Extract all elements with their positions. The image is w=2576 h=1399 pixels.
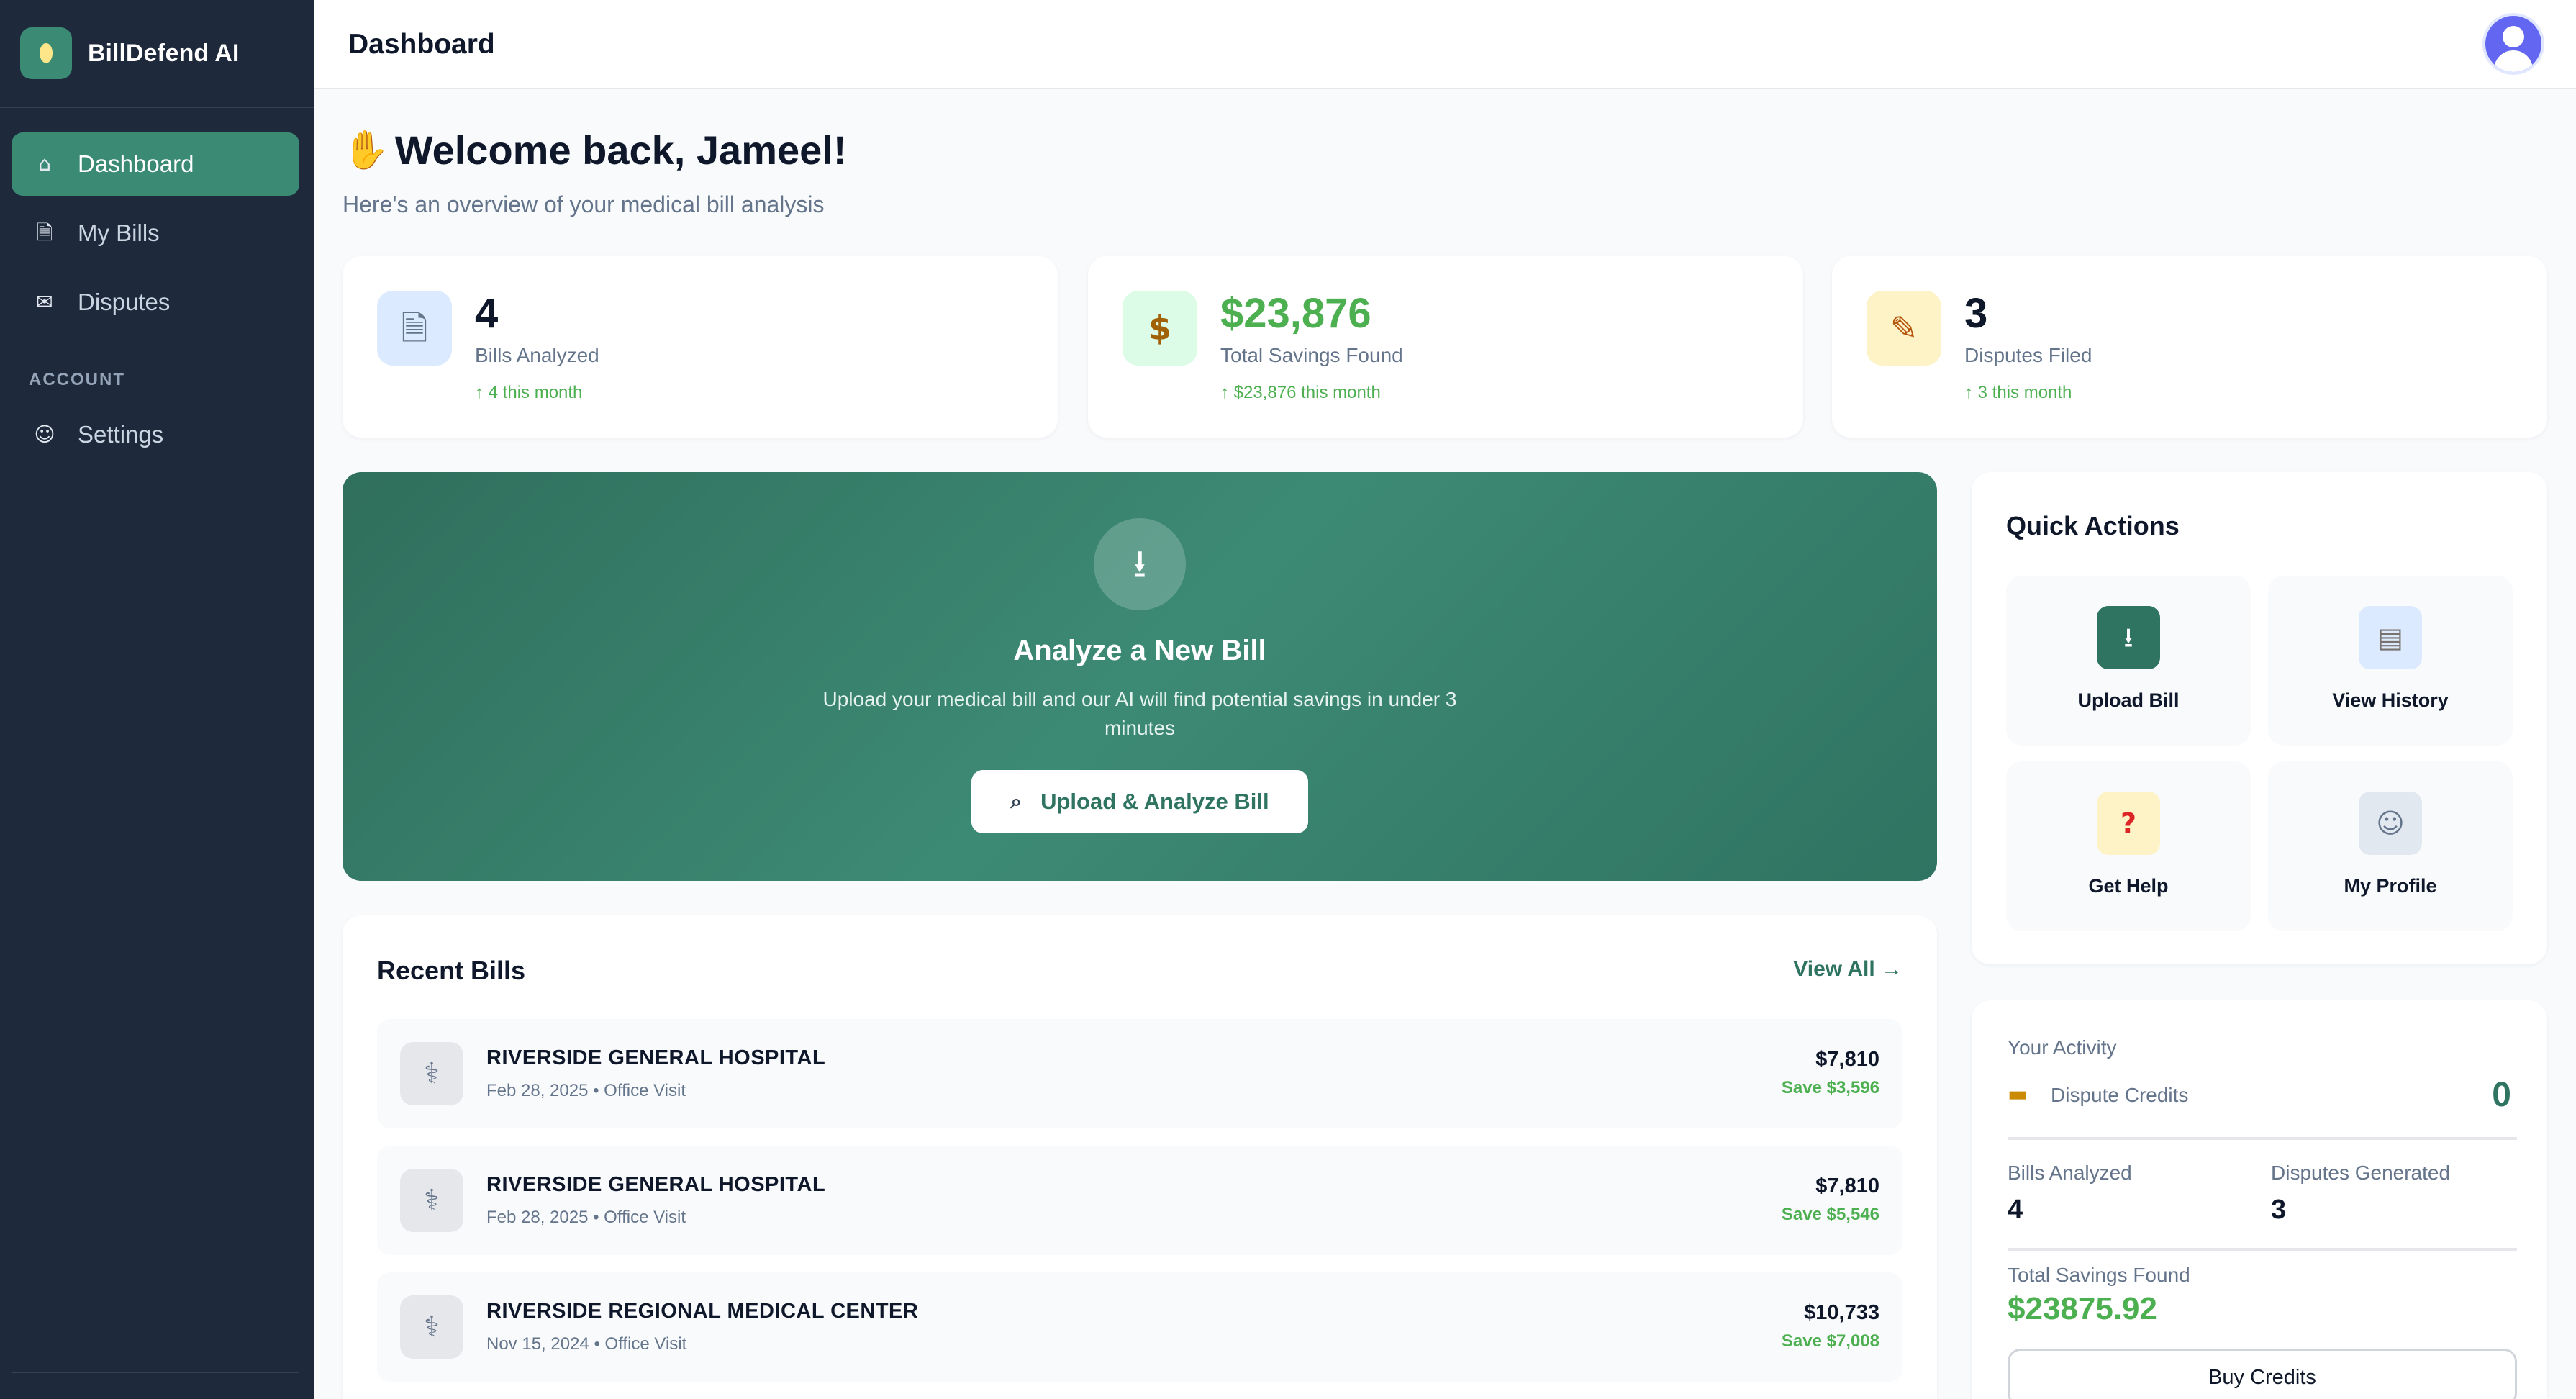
bill-amount: $7,810 xyxy=(1815,1174,1879,1197)
page-title: Dashboard xyxy=(348,29,495,60)
sidebar-item-dashboard[interactable]: ⌂ Dashboard xyxy=(12,132,299,196)
sidebar-item-label: Settings xyxy=(78,421,164,448)
sidebar-divider xyxy=(12,1372,299,1373)
bill-meta: Feb 28, 2025 • Office Visit xyxy=(486,1208,686,1227)
quick-action-label: My Profile xyxy=(2344,875,2437,897)
sidebar-item-label: My Bills xyxy=(78,219,160,246)
stat-value: $23,876 xyxy=(1220,290,1371,337)
waving-hand-icon: ✋ xyxy=(343,128,389,172)
stat-card-total-savings: $ $23,876 Total Savings Found ↑ $23,876 … xyxy=(1088,256,1803,438)
recent-bills-title: Recent Bills xyxy=(377,956,526,985)
bill-meta: Nov 15, 2024 • Office Visit xyxy=(486,1334,687,1354)
button-label: Upload & Analyze Bill xyxy=(1040,789,1269,814)
welcome-subtitle: Here's an overview of your medical bill … xyxy=(343,191,825,217)
analyze-bill-banner: ⭳ Analyze a New Bill Upload your medical… xyxy=(343,472,1937,881)
quick-action-label: View History xyxy=(2332,689,2449,711)
divider xyxy=(2008,1137,2517,1140)
stethoscope-icon: ⚕ xyxy=(400,1295,463,1359)
bill-savings: Save $7,008 xyxy=(1781,1331,1879,1351)
quick-action-view-history[interactable]: ▤ View History xyxy=(2268,576,2513,746)
user-avatar-icon[interactable] xyxy=(2482,13,2544,75)
quick-action-label: Get Help xyxy=(2088,875,2169,897)
app-name: BillDefend AI xyxy=(88,39,240,67)
sidebar-item-disputes[interactable]: ✉ Disputes xyxy=(12,271,299,334)
inbox-tray-icon: ⭳ xyxy=(2097,606,2160,669)
pill-icon: ⬮ xyxy=(20,27,72,79)
upload-analyze-button[interactable]: ⌕ Upload & Analyze Bill xyxy=(971,770,1308,833)
stethoscope-icon: ⚕ xyxy=(400,1042,463,1105)
bills-analyzed-value: 4 xyxy=(2008,1195,2023,1225)
sidebar-item-label: Dashboard xyxy=(78,150,194,177)
activity-heading: Your Activity xyxy=(2008,1036,2117,1059)
disputes-generated-value: 3 xyxy=(2271,1195,2287,1225)
stethoscope-icon: ⚕ xyxy=(400,1169,463,1232)
bills-analyzed-label: Bills Analyzed xyxy=(2008,1162,2132,1184)
document-icon: 🗎 xyxy=(36,221,53,245)
bill-row[interactable]: ⚕ RIVERSIDE GENERAL HOSPITAL Feb 28, 202… xyxy=(377,1146,1902,1255)
quick-actions-card: Quick Actions ⭳ Upload Bill ▤ View Histo… xyxy=(1972,472,2547,964)
stat-label: Disputes Filed xyxy=(1964,344,2092,366)
user-icon: ☺ xyxy=(34,422,55,446)
sidebar-item-my-bills[interactable]: 🗎 My Bills xyxy=(12,202,299,265)
divider xyxy=(2008,1248,2517,1251)
document-icon: 🗎 xyxy=(377,291,452,366)
stat-label: Bills Analyzed xyxy=(475,344,599,366)
bill-provider: RIVERSIDE GENERAL HOSPITAL xyxy=(486,1046,826,1069)
stat-trend: ↑ $23,876 this month xyxy=(1220,383,1381,402)
stat-value: 4 xyxy=(475,290,499,337)
dispute-credits-value: 0 xyxy=(2492,1076,2511,1114)
welcome-heading: ✋ Welcome back, Jameel! xyxy=(343,127,846,173)
bill-meta: Feb 28, 2025 • Office Visit xyxy=(486,1081,686,1100)
banner-description: Upload your medical bill and our AI will… xyxy=(822,688,1457,739)
bill-amount: $7,810 xyxy=(1815,1048,1879,1071)
inbox-tray-icon: ⭳ xyxy=(1094,518,1186,610)
quick-action-get-help[interactable]: ? Get Help xyxy=(2006,761,2251,931)
total-savings-label: Total Savings Found xyxy=(2008,1264,2190,1286)
sidebar-item-settings[interactable]: ☺ Settings xyxy=(12,403,299,466)
question-mark-icon: ? xyxy=(2097,792,2160,855)
bill-provider: RIVERSIDE GENERAL HOSPITAL xyxy=(486,1173,826,1196)
total-savings-value: $23875.92 xyxy=(2008,1291,2157,1326)
buy-credits-button[interactable]: Buy Credits xyxy=(2008,1349,2517,1399)
house-icon: ⌂ xyxy=(38,152,51,176)
activity-card: Your Activity ▬ Dispute Credits 0 Bills … xyxy=(1972,1000,2547,1399)
recent-bills-card: Recent Bills View All → ⚕ RIVERSIDE GENE… xyxy=(343,915,1937,1399)
brand[interactable]: ⬮ BillDefend AI xyxy=(0,0,314,108)
bill-savings: Save $3,596 xyxy=(1781,1078,1879,1097)
sidebar: ⬮ BillDefend AI ⌂ Dashboard 🗎 My Bills ✉… xyxy=(0,0,314,1399)
envelope-icon: ✉ xyxy=(36,290,53,314)
magnifier-icon: ⌕ xyxy=(1010,789,1022,813)
bill-amount: $10,733 xyxy=(1804,1301,1879,1324)
user-icon: ☺ xyxy=(2359,792,2422,855)
banner-title: Analyze a New Bill xyxy=(1013,635,1266,666)
quick-action-my-profile[interactable]: ☺ My Profile xyxy=(2268,761,2513,931)
top-bar: Dashboard xyxy=(314,0,2576,89)
bill-savings: Save $5,546 xyxy=(1781,1205,1879,1224)
quick-actions-title: Quick Actions xyxy=(2006,511,2180,540)
view-all-link[interactable]: View All → xyxy=(1793,957,1902,982)
bill-row[interactable]: ⚕ RIVERSIDE REGIONAL MEDICAL CENTER Nov … xyxy=(377,1272,1902,1382)
quick-action-label: Upload Bill xyxy=(2077,689,2180,711)
stat-trend: ↑ 4 this month xyxy=(475,383,583,402)
bill-provider: RIVERSIDE REGIONAL MEDICAL CENTER xyxy=(486,1300,919,1323)
ticket-icon: ▬ xyxy=(2008,1082,2028,1107)
money-bag-icon: $ xyxy=(1123,291,1197,366)
stat-trend: ↑ 3 this month xyxy=(1964,383,2072,402)
stat-value: 3 xyxy=(1964,290,1988,337)
stat-card-bills-analyzed: 🗎 4 Bills Analyzed ↑ 4 this month xyxy=(343,256,1058,438)
disputes-generated-label: Disputes Generated xyxy=(2271,1162,2451,1184)
bill-row[interactable]: ⚕ RIVERSIDE GENERAL HOSPITAL Feb 28, 202… xyxy=(377,1019,1902,1128)
account-section-label: ACCOUNT xyxy=(29,370,125,389)
welcome-title: Welcome back, Jameel! xyxy=(394,127,847,173)
clipboard-icon: ▤ xyxy=(2359,606,2422,669)
sidebar-item-label: Disputes xyxy=(78,289,171,315)
stat-label: Total Savings Found xyxy=(1220,344,1403,366)
memo-icon: ✎ xyxy=(1867,291,1941,366)
dispute-credits-label: Dispute Credits xyxy=(2051,1084,2189,1106)
stat-card-disputes-filed: ✎ 3 Disputes Filed ↑ 3 this month xyxy=(1832,256,2547,438)
quick-action-upload-bill[interactable]: ⭳ Upload Bill xyxy=(2006,576,2251,746)
